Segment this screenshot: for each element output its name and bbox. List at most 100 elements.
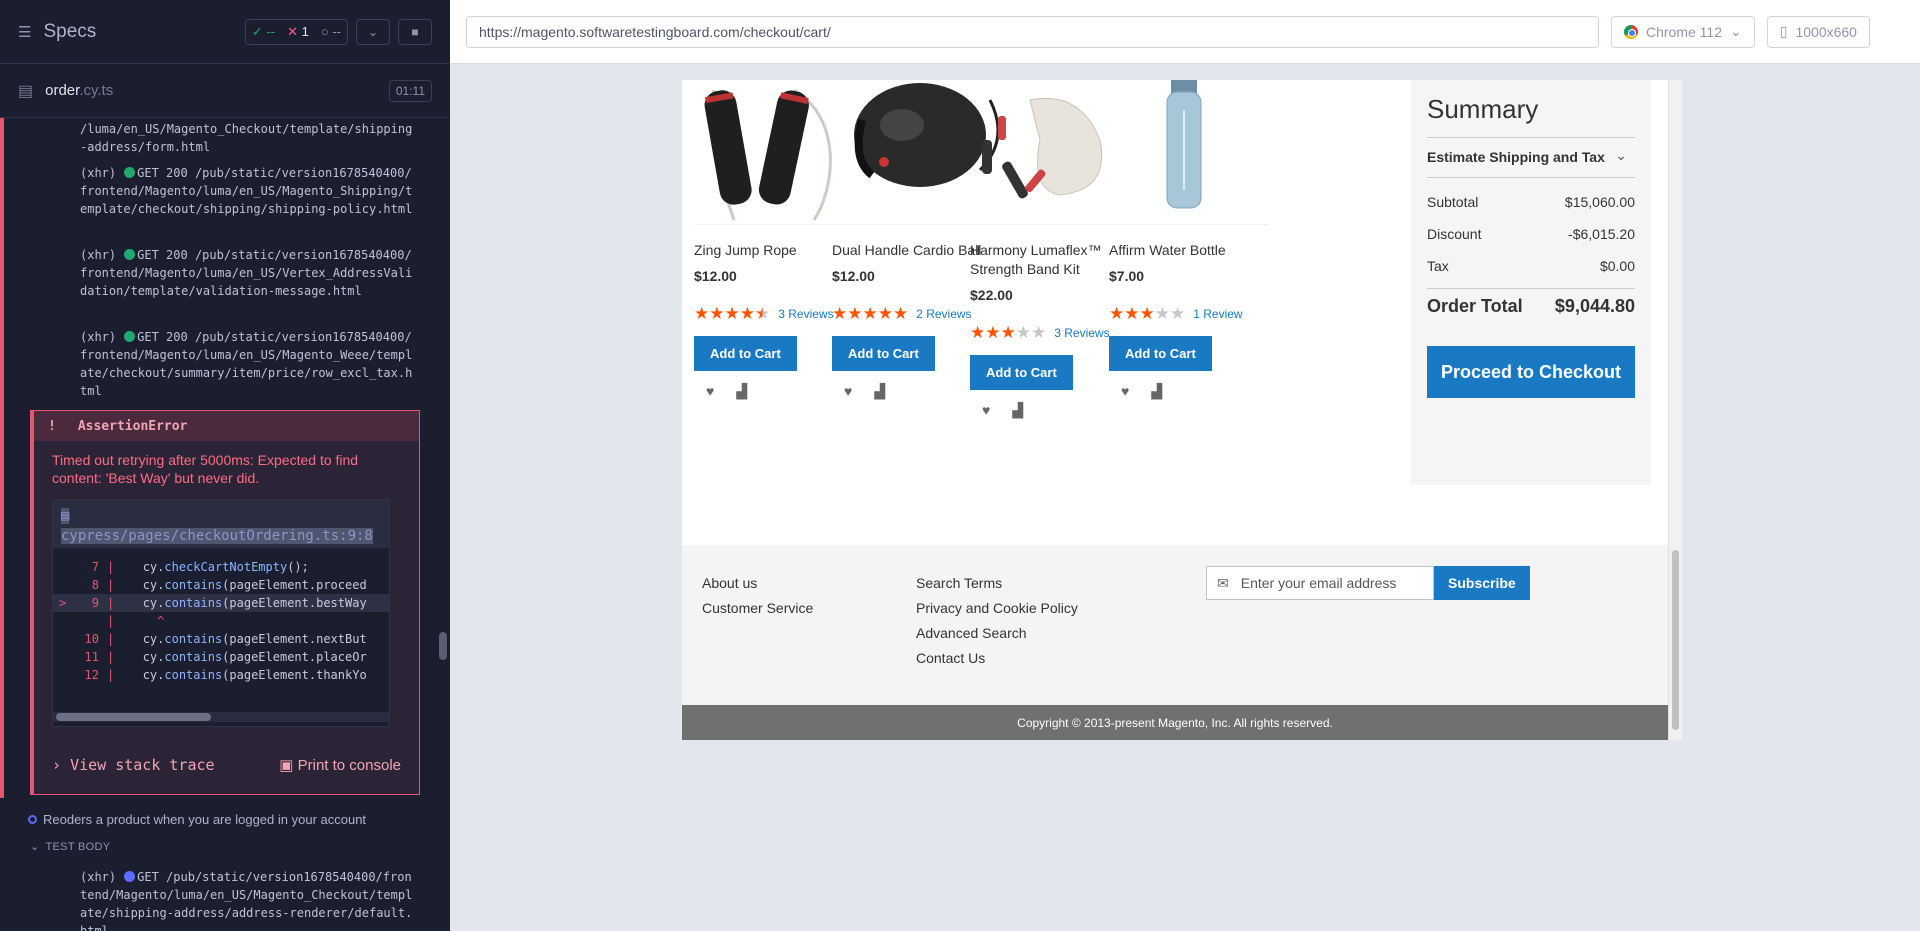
- url-field[interactable]: https://magento.softwaretestingboard.com…: [466, 15, 1599, 48]
- command-item[interactable]: (xhr) GET 200 /pub/static/version16785404…: [80, 246, 415, 300]
- aut-iframe: Zing Jump Rope $12.00 ★★★★★ 3 Reviews Ad…: [682, 80, 1682, 740]
- status-dot-icon: [124, 249, 136, 260]
- discount-row: Discount -$6,015.20: [1427, 226, 1635, 242]
- product-rating: ★★★★★ 3 Reviews: [970, 323, 1130, 343]
- product-card: Zing Jump Rope $12.00 ★★★★★ 3 Reviews Ad…: [694, 80, 854, 400]
- copyright: Copyright © 2013-present Magento, Inc. A…: [682, 705, 1668, 740]
- console-icon: ▣: [279, 757, 294, 774]
- test-body-toggle[interactable]: ⌄ TEST BODY: [30, 840, 110, 853]
- specs-menu-icon[interactable]: ☰: [18, 23, 31, 41]
- rating-stars-icon: ★★★★★: [832, 304, 909, 323]
- wishlist-heart-icon[interactable]: ♥: [982, 402, 990, 419]
- viewport-icon: ▯: [1779, 23, 1788, 39]
- product-image[interactable]: [970, 80, 1130, 225]
- error-message: Timed out retrying after 5000ms: Expecte…: [52, 452, 359, 486]
- subscribe-button[interactable]: Subscribe: [1434, 566, 1530, 600]
- wishlist-heart-icon[interactable]: ♥: [706, 383, 714, 400]
- chevron-down-icon: ⌄: [1730, 23, 1742, 39]
- run-stats: ✓ -- ✕ 1 ○ -- ⌄ ■: [244, 18, 432, 45]
- status-dot-icon: [124, 331, 136, 342]
- compare-icon[interactable]: ▟: [1012, 402, 1023, 419]
- code-scrollbar[interactable]: [53, 712, 389, 722]
- add-to-cart-button[interactable]: Add to Cart: [832, 336, 935, 371]
- error-footer: › View stack trace ▣ Print to console: [52, 756, 401, 774]
- rating-stars-icon: ★★★★★: [970, 323, 1047, 342]
- order-total-row: Order Total $9,044.80: [1427, 288, 1635, 320]
- print-to-console-button[interactable]: ▣ Print to console: [279, 756, 401, 774]
- stats-counter: ✓ -- ✕ 1 ○ --: [244, 18, 348, 45]
- footer-link-search-terms[interactable]: Search Terms: [916, 575, 1078, 591]
- browser-selector[interactable]: Chrome 112 ⌄: [1611, 15, 1755, 48]
- footer-links-col1: About us Customer Service: [702, 575, 813, 625]
- chevron-down-icon: ⌄: [1615, 147, 1627, 163]
- code-line: 11 | cy.contains(pageElement.placeOr: [84, 650, 367, 664]
- footer-link-contact[interactable]: Contact Us: [916, 650, 1078, 666]
- footer-link-about[interactable]: About us: [702, 575, 813, 591]
- spec-bar: ▤ order.cy.ts 01:11: [0, 64, 450, 118]
- compare-icon[interactable]: ▟: [736, 383, 747, 400]
- reviews-link[interactable]: 2 Reviews: [916, 307, 971, 321]
- product-card: Affirm Water Bottle $7.00 ★★★★★ 1 Review…: [1109, 80, 1269, 400]
- code-line: | ^: [107, 614, 165, 628]
- add-to-cart-button[interactable]: Add to Cart: [694, 336, 797, 371]
- compare-icon[interactable]: ▟: [1151, 383, 1162, 400]
- status-dot-icon: [124, 871, 136, 882]
- product-price: $12.00: [832, 268, 875, 284]
- reporter-scrollbar[interactable]: [439, 632, 447, 660]
- product-card: Harmony Lumaflex™ Strength Band Kit $22.…: [970, 80, 1130, 419]
- wishlist-heart-icon[interactable]: ♥: [844, 383, 852, 400]
- product-price: $22.00: [970, 287, 1013, 303]
- view-stack-trace-button[interactable]: › View stack trace: [52, 756, 215, 774]
- reporter-header: ☰ Specs ✓ -- ✕ 1 ○ -- ⌄ ■: [0, 0, 450, 64]
- document-icon: ▤: [18, 82, 34, 100]
- cart-summary: Summary Estimate Shipping and Tax ⌄ Subt…: [1411, 80, 1651, 485]
- product-image[interactable]: [832, 80, 992, 225]
- product-name[interactable]: Harmony Lumaflex™ Strength Band Kit: [970, 241, 1130, 279]
- assertion-error-panel: ! AssertionError Timed out retrying afte…: [30, 410, 420, 795]
- reviews-link[interactable]: 3 Reviews: [1054, 326, 1109, 340]
- command-item[interactable]: (xhr) GET 200 /pub/static/version16785404…: [80, 164, 415, 218]
- estimate-shipping-toggle[interactable]: Estimate Shipping and Tax ⌄: [1427, 138, 1635, 178]
- reviews-link[interactable]: 3 Reviews: [778, 307, 833, 321]
- footer-links-col2: Search Terms Privacy and Cookie Policy A…: [916, 575, 1078, 675]
- chevron-down-icon: ⌄: [30, 841, 40, 853]
- viewport-selector[interactable]: ▯ 1000x660: [1766, 15, 1870, 48]
- command-item[interactable]: /luma/en_US/Magento_Checkout/template/sh…: [80, 120, 415, 156]
- stop-icon[interactable]: ■: [398, 18, 432, 45]
- footer-link-customer-service[interactable]: Customer Service: [702, 600, 813, 616]
- rating-stars-icon: ★★★★★: [1109, 304, 1186, 323]
- product-name[interactable]: Zing Jump Rope: [694, 241, 854, 260]
- code-line: 12 | cy.contains(pageElement.thankYo: [84, 668, 367, 682]
- tax-row: Tax $0.00: [1427, 258, 1635, 274]
- product-price: $12.00: [694, 268, 737, 284]
- chevron-down-icon[interactable]: ⌄: [356, 18, 390, 45]
- failure-indicator: [0, 118, 4, 798]
- error-header: ! AssertionError: [34, 411, 419, 441]
- subtotal-row: Subtotal $15,060.00: [1427, 194, 1635, 210]
- command-item[interactable]: (xhr) GET /pub/static/version1678540400/f…: [80, 868, 415, 931]
- product-rating: ★★★★★ 3 Reviews: [694, 304, 854, 324]
- code-file-link[interactable]: ▤ cypress/pages/checkoutOrdering.ts:9:8: [53, 500, 389, 548]
- iframe-scrollbar[interactable]: [1668, 80, 1682, 740]
- proceed-to-checkout-button[interactable]: Proceed to Checkout: [1427, 346, 1635, 398]
- compare-icon[interactable]: ▟: [874, 383, 885, 400]
- reviews-link[interactable]: 1 Review: [1193, 307, 1242, 321]
- product-rating: ★★★★★ 2 Reviews: [832, 304, 992, 324]
- footer-link-advanced-search[interactable]: Advanced Search: [916, 625, 1078, 641]
- product-image[interactable]: [694, 80, 854, 225]
- code-line-error: >9 | cy.contains(pageElement.bestWay: [53, 594, 389, 612]
- product-name[interactable]: Dual Handle Cardio Ball: [832, 241, 992, 260]
- footer-link-privacy[interactable]: Privacy and Cookie Policy: [916, 600, 1078, 616]
- passed-count: ✓ --: [251, 23, 276, 39]
- email-field[interactable]: ✉ Enter your email address: [1206, 566, 1434, 600]
- product-image[interactable]: [1109, 80, 1269, 225]
- wishlist-heart-icon[interactable]: ♥: [1121, 383, 1129, 400]
- test-item[interactable]: Reoders a product when you are logged in…: [28, 812, 366, 827]
- product-name[interactable]: Affirm Water Bottle: [1109, 241, 1269, 260]
- add-to-cart-button[interactable]: Add to Cart: [1109, 336, 1212, 371]
- command-log: /luma/en_US/Magento_Checkout/template/sh…: [0, 118, 450, 931]
- status-dot-icon: [124, 167, 136, 178]
- add-to-cart-button[interactable]: Add to Cart: [970, 355, 1073, 390]
- command-item[interactable]: (xhr) GET 200 /pub/static/version16785404…: [80, 328, 415, 400]
- failed-count: ✕ 1: [287, 23, 309, 39]
